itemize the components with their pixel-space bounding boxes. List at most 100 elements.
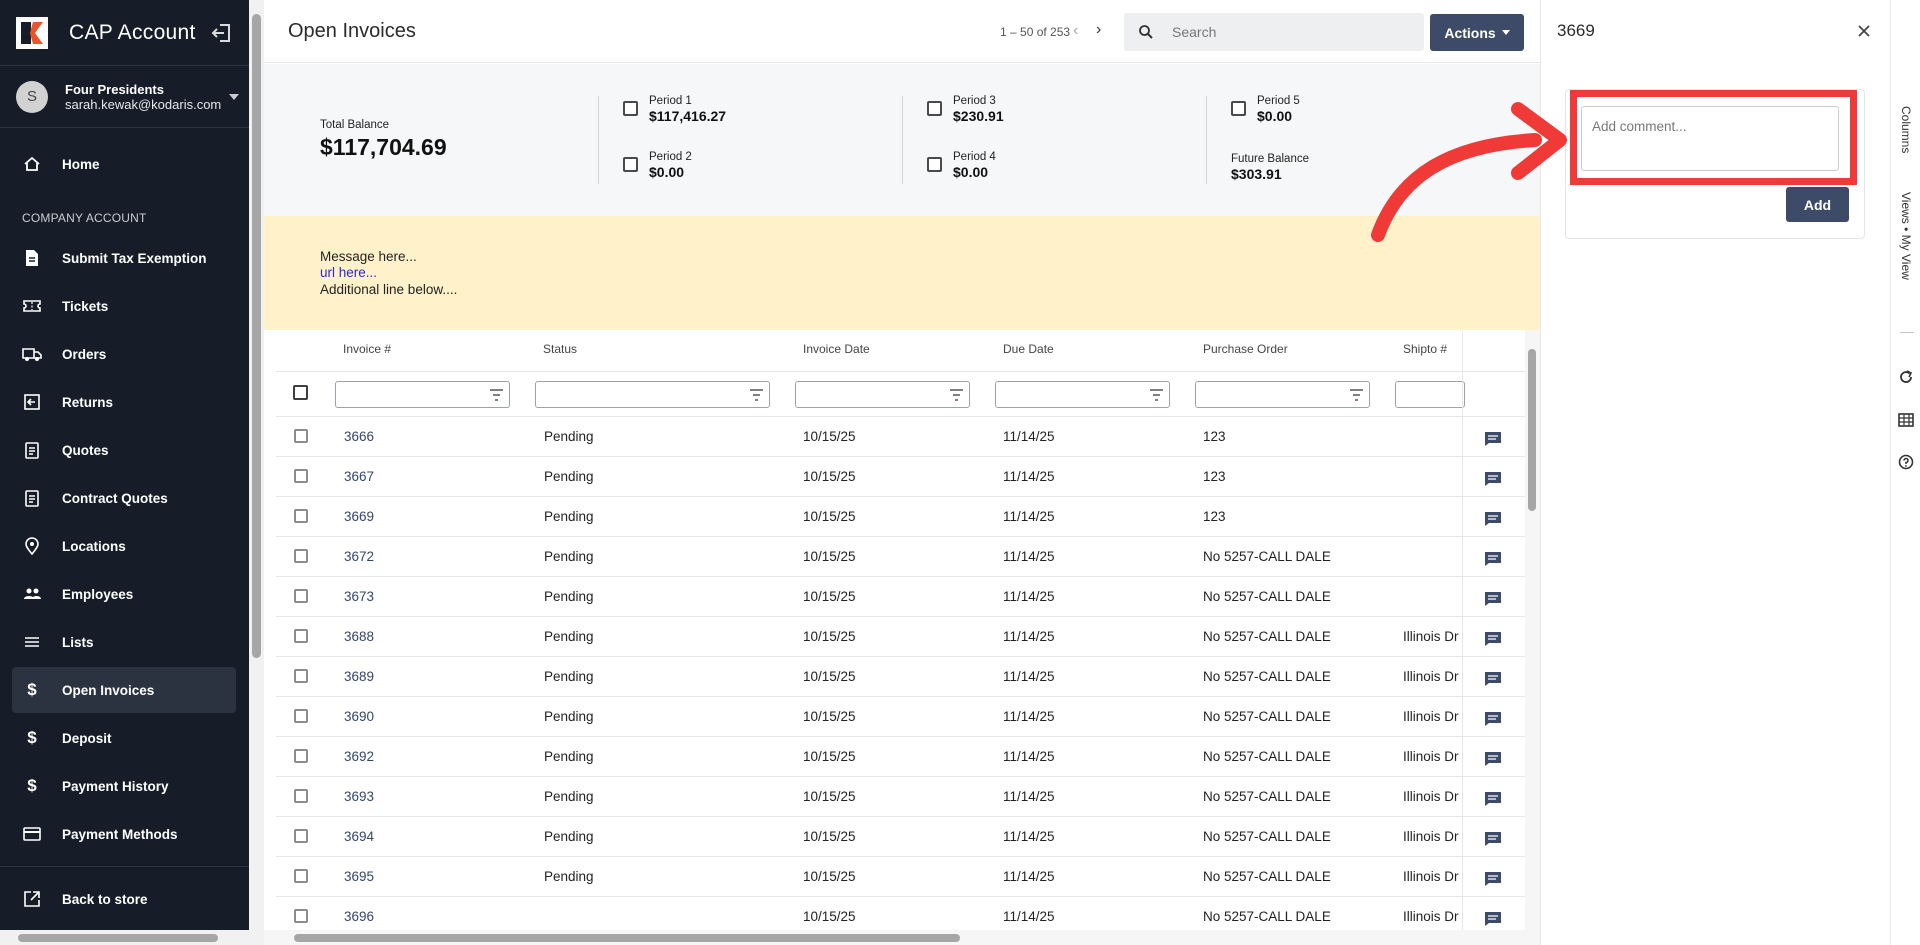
sidebar-item-home[interactable]: Home: [12, 141, 236, 187]
search-input[interactable]: [1172, 24, 1402, 40]
row-checkbox[interactable]: [294, 429, 308, 443]
row-checkbox[interactable]: [294, 909, 308, 923]
sidebar-item-deposit[interactable]: $ Deposit: [12, 715, 236, 761]
period-3-checkbox[interactable]: [927, 101, 942, 116]
table-row[interactable]: 3673 Pending 10/15/25 11/14/25 No 5257-CALL …: [276, 576, 1528, 616]
period-1[interactable]: Period 1 $117,416.27: [623, 95, 726, 125]
table-row[interactable]: 3666 Pending 10/15/25 11/14/25 123: [276, 416, 1528, 456]
help-icon[interactable]: [1898, 454, 1914, 470]
row-checkbox[interactable]: [294, 789, 308, 803]
row-checkbox[interactable]: [294, 829, 308, 843]
column-header-purchase-order[interactable]: Purchase Order: [1203, 342, 1288, 356]
sidebar-item-payment-history[interactable]: $ Payment History: [12, 763, 236, 809]
views-tab[interactable]: Views • My View: [1899, 192, 1913, 280]
row-checkbox[interactable]: [294, 869, 308, 883]
sidebar-item-lists[interactable]: Lists: [12, 619, 236, 665]
select-all-checkbox[interactable]: [293, 385, 308, 400]
table-row[interactable]: 3669 Pending 10/15/25 11/14/25 123: [276, 496, 1528, 536]
message-link[interactable]: url here...: [320, 265, 377, 280]
period-2-checkbox[interactable]: [623, 157, 638, 172]
column-header-due-date[interactable]: Due Date: [1003, 342, 1054, 356]
actions-button[interactable]: Actions: [1430, 14, 1524, 51]
column-header-status[interactable]: Status: [543, 342, 577, 356]
sidebar-item-returns[interactable]: Returns: [12, 379, 236, 425]
cell-invoice[interactable]: 3692: [344, 749, 374, 764]
table-row[interactable]: 3688 Pending 10/15/25 11/14/25 No 5257-CALL …: [276, 616, 1528, 656]
cell-invoice[interactable]: 3667: [344, 469, 374, 484]
period-5[interactable]: Period 5 $0.00: [1231, 95, 1300, 125]
cell-invoice[interactable]: 3694: [344, 829, 374, 844]
table-row[interactable]: 3690 Pending 10/15/25 11/14/25 No 5257-CALL …: [276, 696, 1528, 736]
user-switcher[interactable]: S Four Presidents sarah.kewak@kodaris.co…: [0, 66, 249, 128]
table-vertical-scrollbar[interactable]: [1525, 330, 1540, 930]
row-checkbox[interactable]: [294, 749, 308, 763]
column-header-shipto[interactable]: Shipto #: [1403, 342, 1447, 356]
comment-icon[interactable]: [1484, 551, 1502, 567]
invoice-date-filter-input[interactable]: [795, 381, 970, 408]
filter-icon[interactable]: [490, 389, 503, 401]
comment-icon[interactable]: [1484, 711, 1502, 727]
logout-icon[interactable]: [211, 22, 233, 44]
row-checkbox[interactable]: [294, 709, 308, 723]
filter-icon[interactable]: [1350, 389, 1363, 401]
row-checkbox[interactable]: [294, 629, 308, 643]
columns-tab[interactable]: Columns: [1899, 106, 1913, 153]
comment-icon[interactable]: [1484, 831, 1502, 847]
filter-icon[interactable]: [950, 389, 963, 401]
cell-invoice[interactable]: 3672: [344, 549, 374, 564]
due-date-filter-input[interactable]: [995, 381, 1170, 408]
cell-invoice[interactable]: 3689: [344, 669, 374, 684]
cell-invoice[interactable]: 3688: [344, 629, 374, 644]
table-row[interactable]: 3695 Pending 10/15/25 11/14/25 No 5257-CALL …: [276, 856, 1528, 896]
filter-icon[interactable]: [750, 389, 763, 401]
comment-icon[interactable]: [1484, 631, 1502, 647]
shipto-filter-input[interactable]: [1395, 381, 1465, 408]
table-row[interactable]: 3672 Pending 10/15/25 11/14/25 No 5257-CALL …: [276, 536, 1528, 576]
table-row[interactable]: 3693 Pending 10/15/25 11/14/25 No 5257-CALL …: [276, 776, 1528, 816]
invoice-filter-input[interactable]: [335, 381, 510, 408]
purchase-order-filter-input[interactable]: [1195, 381, 1370, 408]
row-checkbox[interactable]: [294, 589, 308, 603]
comment-icon[interactable]: [1484, 511, 1502, 527]
cell-invoice[interactable]: 3695: [344, 869, 374, 884]
table-row[interactable]: 3694 Pending 10/15/25 11/14/25 No 5257-CALL …: [276, 816, 1528, 856]
chevron-right-icon[interactable]: ›: [1096, 21, 1101, 39]
filter-icon[interactable]: [1150, 389, 1163, 401]
sidebar-item-contract-quotes[interactable]: Contract Quotes: [12, 475, 236, 521]
comment-textarea[interactable]: [1581, 106, 1839, 171]
cell-invoice[interactable]: 3693: [344, 789, 374, 804]
period-2[interactable]: Period 2 $0.00: [623, 151, 692, 181]
sidebar-horizontal-scrollbar[interactable]: [0, 930, 249, 945]
comment-icon[interactable]: [1484, 471, 1502, 487]
comment-icon[interactable]: [1484, 911, 1502, 927]
comment-icon[interactable]: [1484, 431, 1502, 447]
cell-invoice[interactable]: 3669: [344, 509, 374, 524]
table-icon[interactable]: [1898, 412, 1914, 428]
sidebar-item-orders[interactable]: Orders: [12, 331, 236, 377]
table-horizontal-scrollbar[interactable]: [264, 930, 1540, 945]
back-to-store-link[interactable]: Back to store: [12, 876, 236, 922]
refresh-icon[interactable]: [1898, 369, 1914, 385]
cell-invoice[interactable]: 3690: [344, 709, 374, 724]
comment-icon[interactable]: [1484, 871, 1502, 887]
cell-invoice[interactable]: 3666: [344, 429, 374, 444]
sidebar-item-employees[interactable]: Employees: [12, 571, 236, 617]
period-3[interactable]: Period 3 $230.91: [927, 95, 1004, 125]
table-row[interactable]: 3667 Pending 10/15/25 11/14/25 123: [276, 456, 1528, 496]
period-4-checkbox[interactable]: [927, 157, 942, 172]
period-4[interactable]: Period 4 $0.00: [927, 151, 996, 181]
chevron-left-icon[interactable]: ‹: [1073, 22, 1078, 40]
cell-invoice[interactable]: 3696: [344, 909, 374, 924]
sidebar-item-quotes[interactable]: Quotes: [12, 427, 236, 473]
column-header-invoice-date[interactable]: Invoice Date: [803, 342, 870, 356]
period-1-checkbox[interactable]: [623, 101, 638, 116]
add-comment-button[interactable]: Add: [1786, 187, 1849, 222]
table-row[interactable]: 3689 Pending 10/15/25 11/14/25 No 5257-CALL …: [276, 656, 1528, 696]
status-filter-input[interactable]: [535, 381, 770, 408]
table-row[interactable]: 3692 Pending 10/15/25 11/14/25 No 5257-CALL …: [276, 736, 1528, 776]
sidebar-vertical-scrollbar[interactable]: [249, 0, 264, 945]
comment-icon[interactable]: [1484, 751, 1502, 767]
sidebar-item-locations[interactable]: Locations: [12, 523, 236, 569]
column-header-invoice[interactable]: Invoice #: [343, 342, 391, 356]
sidebar-item-open-invoices[interactable]: $ Open Invoices: [12, 667, 236, 713]
